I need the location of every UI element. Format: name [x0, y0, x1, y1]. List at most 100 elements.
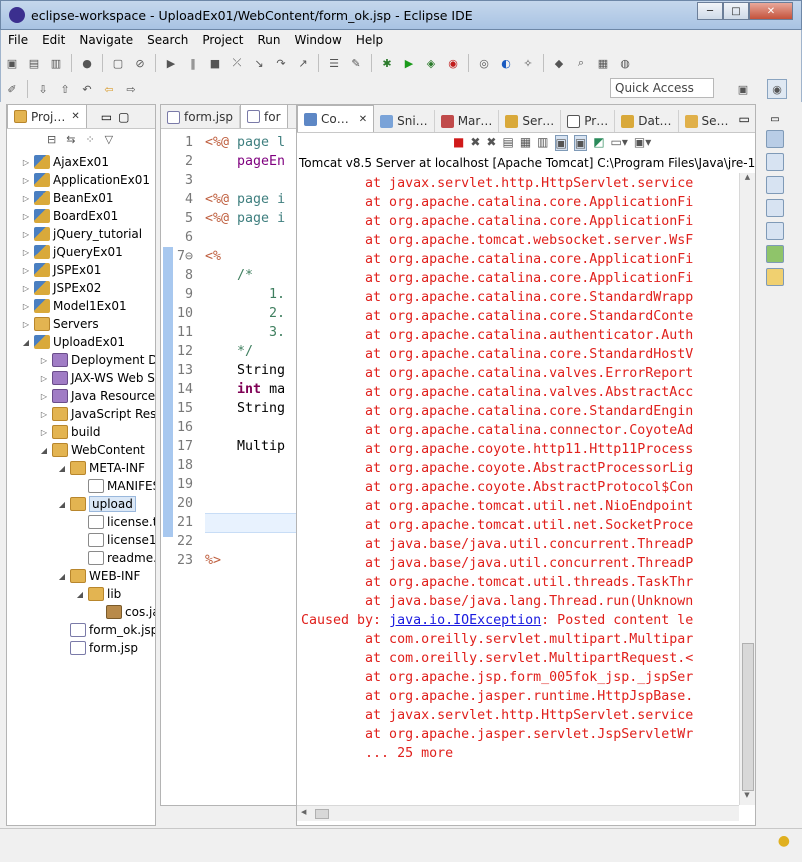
tree-item[interactable]: form_ok.jsp — [57, 621, 155, 639]
tree-item[interactable]: ▷ Java Resources — [39, 387, 155, 405]
menu-help[interactable]: Help — [349, 33, 390, 47]
terminate-icon[interactable]: ■ — [453, 135, 464, 151]
close-tab-icon[interactable]: ✕ — [71, 111, 79, 122]
map-trim-icon[interactable] — [766, 245, 784, 263]
lightbulb-icon[interactable]: ● — [778, 833, 790, 849]
tree-item[interactable]: ▷ JSPEx02 — [21, 279, 101, 297]
tree-item[interactable]: ▷ build — [39, 423, 101, 441]
expand-arrow-icon[interactable]: ▷ — [39, 428, 49, 437]
expand-arrow-icon[interactable]: ▷ — [39, 356, 49, 365]
tree-item[interactable]: ▷ BoardEx01 — [21, 207, 118, 225]
expand-arrow-icon[interactable]: ▷ — [21, 320, 31, 329]
tree-item[interactable]: form.jsp — [57, 639, 138, 657]
save-all-icon[interactable]: ▥ — [48, 55, 64, 71]
tab-data-source[interactable]: Dat… — [615, 110, 679, 132]
coverage-icon[interactable]: ◈ — [423, 55, 439, 71]
hscroll-thumb[interactable] — [315, 809, 329, 819]
tree-item[interactable]: ▷ AjaxEx01 — [21, 153, 109, 171]
tab-properties[interactable]: Pr… — [561, 110, 616, 132]
skip-breakpoints-icon[interactable]: ⊘ — [132, 55, 148, 71]
filter-icon[interactable]: ⁘ — [85, 133, 94, 146]
tab-project-explorer[interactable]: Proj… ✕ — [7, 105, 87, 128]
wand-trim-icon[interactable] — [766, 268, 784, 286]
expand-arrow-icon[interactable]: ▷ — [21, 158, 31, 167]
tree-item[interactable]: readme.tx — [75, 549, 155, 567]
step-return-icon[interactable]: ↗ — [295, 55, 311, 71]
expand-arrow-icon[interactable]: ▷ — [21, 194, 31, 203]
tree-item[interactable]: cos.jar — [93, 603, 155, 621]
tree-item[interactable]: ◢ WEB-INF — [57, 567, 140, 585]
tree-item[interactable]: ▷ JAX-WS Web Se — [39, 369, 155, 387]
menu-window[interactable]: Window — [287, 33, 348, 47]
open-perspective-icon[interactable]: ▣ — [735, 81, 751, 97]
tree-item[interactable]: ◢ lib — [75, 585, 121, 603]
new-class-icon[interactable]: ◐ — [498, 55, 514, 71]
annotation-icon[interactable]: ✐ — [4, 81, 20, 97]
tab-servers[interactable]: Ser… — [499, 110, 562, 132]
open-console-icon[interactable]: ▣▾ — [634, 135, 651, 151]
expand-arrow-icon[interactable]: ◢ — [21, 338, 31, 347]
tree-item[interactable]: ◢ WebContent — [39, 441, 145, 459]
scroll-down-arrow[interactable]: ▼ — [740, 791, 754, 805]
console-view-icon[interactable]: ▢ — [110, 55, 126, 71]
scroll-left-arrow[interactable]: ◀ — [301, 808, 306, 816]
minimize-button[interactable]: ─ — [697, 2, 723, 20]
expand-arrow-icon[interactable]: ▷ — [21, 284, 31, 293]
tree-item[interactable]: ▷ ApplicationEx01 — [21, 171, 150, 189]
tree-item[interactable]: ◢ upload — [57, 495, 136, 513]
quick-access-input[interactable]: Quick Access — [610, 78, 714, 98]
external-tools-icon[interactable]: ◉ — [445, 55, 461, 71]
terminate-icon[interactable]: ■ — [207, 55, 223, 71]
expand-arrow-icon[interactable]: ▷ — [39, 392, 49, 401]
minimize-view-icon[interactable]: ▭ — [739, 112, 750, 126]
tree-item[interactable]: license.txt — [75, 513, 155, 531]
menu-navigate[interactable]: Navigate — [72, 33, 140, 47]
tree-item[interactable]: ▷ jQuery_tutorial — [21, 225, 142, 243]
tree-item[interactable]: ▷ Model1Ex01 — [21, 297, 127, 315]
last-edit-icon[interactable]: ↶ — [79, 81, 95, 97]
tab-markers[interactable]: Mar… — [435, 110, 500, 132]
expand-arrow-icon[interactable]: ▷ — [21, 266, 31, 275]
menu-edit[interactable]: Edit — [35, 33, 72, 47]
search-icon[interactable]: ⌕ — [573, 55, 589, 71]
show-stdout-icon[interactable]: ▣ — [554, 135, 568, 151]
open-type-icon[interactable]: ◆ — [551, 55, 567, 71]
tab-search[interactable]: Se… — [679, 110, 735, 132]
debug-bug-icon[interactable]: ✱ — [379, 55, 395, 71]
expand-arrow-icon[interactable]: ▷ — [21, 212, 31, 221]
step-over-icon[interactable]: ↷ — [273, 55, 289, 71]
expand-arrow-icon[interactable]: ▷ — [21, 176, 31, 185]
console-output[interactable]: at javax.servlet.http.HttpServlet.servic… — [301, 174, 741, 794]
menu-search[interactable]: Search — [140, 33, 195, 47]
expand-arrow-icon[interactable]: ◢ — [57, 572, 67, 581]
forward-icon[interactable]: ⇨ — [123, 81, 139, 97]
console-trim-icon[interactable] — [766, 130, 784, 148]
pin-console-icon[interactable]: ◩ — [593, 135, 604, 151]
expand-arrow-icon[interactable]: ◢ — [57, 500, 67, 509]
show-stderr-icon[interactable]: ▣ — [573, 135, 588, 151]
outline-trim-icon[interactable] — [766, 153, 784, 171]
remove-launch-icon[interactable]: ✖ — [470, 135, 480, 151]
link-editor-icon[interactable]: ⇆ — [66, 133, 75, 146]
new-icon[interactable]: ▣ — [4, 55, 20, 71]
tree-item[interactable]: ▷ BeanEx01 — [21, 189, 114, 207]
disconnect-icon[interactable]: ⤫ — [229, 55, 245, 71]
suspend-icon[interactable]: ‖ — [185, 55, 201, 71]
tasks-icon[interactable]: ▦ — [595, 55, 611, 71]
menu-file[interactable]: File — [1, 33, 35, 47]
scroll-up-arrow[interactable]: ▲ — [740, 173, 755, 187]
collapse-all-icon[interactable]: ⊟ — [47, 133, 56, 146]
expand-arrow-icon[interactable]: ▷ — [39, 374, 49, 383]
close-button[interactable]: ✕ — [749, 2, 793, 20]
exception-link[interactable]: java.io.IOException — [389, 613, 541, 628]
run-icon[interactable]: ▶ — [401, 55, 417, 71]
highlight-icon[interactable]: ✎ — [348, 55, 364, 71]
palette-trim-icon[interactable] — [766, 222, 784, 240]
new-server-icon[interactable]: ◎ — [476, 55, 492, 71]
console-scrollbar[interactable]: ▲ ▼ — [739, 173, 755, 805]
back-icon[interactable]: ⇦ — [101, 81, 117, 97]
menu-project[interactable]: Project — [195, 33, 250, 47]
maximize-button[interactable]: □ — [723, 2, 749, 20]
prev-annotation-icon[interactable]: ⇧ — [57, 81, 73, 97]
expand-arrow-icon[interactable]: ▷ — [21, 230, 31, 239]
